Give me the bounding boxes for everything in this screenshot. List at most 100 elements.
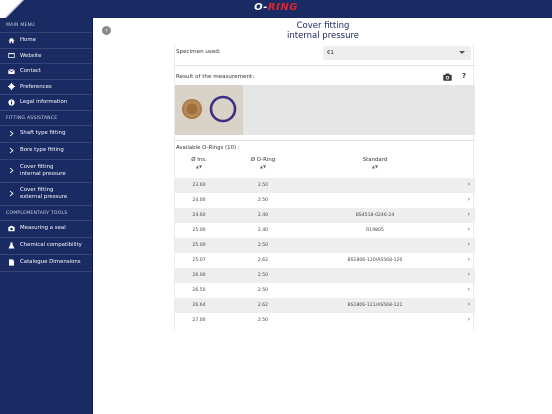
- gear-icon: [6, 82, 16, 92]
- cell-oring: 2.50: [257, 242, 269, 248]
- flask-icon: [6, 241, 16, 251]
- sidebar-item-label: Cover fitting external pressure: [20, 187, 68, 200]
- main-content: ‹ Cover fitting internal pressure Specim…: [94, 18, 552, 414]
- top-bar: O-RING: [0, 0, 552, 18]
- cell-ins: 25.07: [192, 257, 206, 263]
- sidebar-item-label: Website: [20, 52, 42, 59]
- document-icon: [6, 258, 16, 268]
- cell-ins: 23.60: [192, 182, 206, 188]
- chevron-right-icon: ›: [467, 301, 470, 308]
- chevron-right-icon: ›: [467, 316, 470, 323]
- cell-oring: 2.50: [257, 317, 269, 323]
- cell-oring: 2.62: [257, 302, 269, 308]
- sidebar-item-catalogue-dimensions[interactable]: Catalogue Dimensions: [0, 255, 92, 272]
- divider: [175, 140, 475, 141]
- chevron-right-icon: ›: [467, 256, 470, 263]
- sidebar-item-label: Contact: [20, 68, 41, 74]
- cell-ins: 26.50: [192, 287, 206, 293]
- sidebar-item-bore-type-fitting[interactable]: Bore type fitting: [0, 143, 92, 160]
- sidebar-item-measuring-a-seal[interactable]: Measuring a seal: [0, 221, 92, 238]
- cell-ins: 25.00: [192, 227, 206, 233]
- sidebar-item-home[interactable]: Home: [0, 33, 92, 49]
- help-icon[interactable]: ?: [462, 72, 466, 80]
- sidebar-item-website[interactable]: Website: [0, 49, 92, 64]
- globe-icon: [6, 51, 16, 61]
- cell-standard: BS4518-0246-24: [355, 212, 395, 218]
- result-label: Result of the measurement:: [176, 74, 255, 80]
- oring-table: 23.60 2.50 › 24.00 2.50 › 24.60 2.40 BS4…: [175, 178, 475, 328]
- column-header-oring[interactable]: Ø O-Ring ▲▼: [239, 157, 287, 169]
- sidebar-item-shaft-type-fitting[interactable]: Shaft type fitting: [0, 126, 92, 143]
- chevron-right-icon: [6, 189, 16, 199]
- column-header-ins[interactable]: Ø Ins. ▲▼: [175, 157, 223, 169]
- table-row[interactable]: 26.50 2.50 ›: [175, 283, 475, 298]
- measurement-photo: [175, 85, 243, 135]
- cell-ins: 27.00: [192, 317, 206, 323]
- cell-ins: 26.64: [192, 302, 206, 308]
- specimen-select[interactable]: €1: [323, 46, 471, 60]
- specimen-select-value: €1: [327, 50, 334, 56]
- brand-logo: O-RING: [254, 2, 298, 13]
- column-header-label: Ø O-Ring: [250, 157, 276, 163]
- fitting-card: Specimen used: €1 Result of the measurem…: [174, 44, 475, 330]
- cell-standard: R19805: [366, 227, 384, 233]
- camera-icon: [6, 224, 16, 234]
- page-title-line2: internal pressure: [286, 31, 360, 41]
- sidebar-item-label: Legal information: [20, 99, 68, 105]
- cell-standard: BS1806-120/AS568-120: [347, 257, 403, 263]
- sidebar-item-label: Shaft type fitting: [20, 130, 66, 137]
- sidebar-item-label: Bore type fitting: [20, 147, 64, 154]
- sidebar-item-label: Home: [20, 37, 36, 43]
- table-header: Ø Ins. ▲▼ Ø O-Ring ▲▼ Standard ▲▼: [175, 157, 475, 177]
- cell-oring: 2.62: [257, 257, 269, 263]
- chevron-right-icon: [6, 146, 16, 156]
- table-row[interactable]: 24.00 2.50 ›: [175, 193, 475, 208]
- cell-standard: BS1806-121/AS568-121: [347, 302, 403, 308]
- cell-oring: 2.40: [257, 227, 269, 233]
- table-row[interactable]: 25.07 2.62 BS1806-120/AS568-120 ›: [175, 253, 475, 268]
- table-row[interactable]: 27.00 2.50 ›: [175, 313, 475, 328]
- sidebar: MAIN MENU Home Website Contact Preferenc…: [0, 18, 93, 414]
- info-icon: [6, 97, 16, 107]
- home-icon: [6, 35, 16, 45]
- cell-ins: 24.00: [192, 197, 206, 203]
- app-window: O-RING MAIN MENU Home Website Contact Pr…: [0, 0, 552, 414]
- sidebar-item-preferences[interactable]: Preferences: [0, 80, 92, 95]
- cell-ins: 26.00: [192, 272, 206, 278]
- table-row[interactable]: 25.00 2.40 R19805 ›: [175, 223, 475, 238]
- column-header-standard[interactable]: Standard ▲▼: [305, 157, 445, 169]
- sidebar-item-cover-fitting-external[interactable]: Cover fitting external pressure: [0, 183, 92, 206]
- section-title-complementary-tools: COMPLEMENTARY TOOLS: [0, 206, 92, 221]
- chevron-right-icon: ›: [467, 181, 470, 188]
- chevron-right-icon: [6, 129, 16, 139]
- cell-oring: 2.50: [257, 287, 269, 293]
- sidebar-item-chemical-compatibility[interactable]: Chemical compatibility: [0, 238, 92, 255]
- section-title-main-menu: MAIN MENU: [0, 18, 92, 33]
- cell-oring: 2.50: [257, 182, 269, 188]
- sidebar-item-legal-information[interactable]: Legal information: [0, 95, 92, 111]
- column-header-label: Standard: [362, 157, 388, 163]
- chevron-right-icon: ›: [467, 241, 470, 248]
- table-row[interactable]: 23.60 2.50 ›: [175, 178, 475, 193]
- table-row[interactable]: 25.00 2.50 ›: [175, 238, 475, 253]
- sort-icon: ▲▼: [371, 164, 379, 169]
- column-header-label: Ø Ins.: [191, 157, 207, 163]
- table-row[interactable]: 24.60 2.40 BS4518-0246-24 ›: [175, 208, 475, 223]
- page-title-line1: Cover fitting: [296, 21, 350, 31]
- sidebar-item-label: Preferences: [20, 83, 52, 90]
- chevron-right-icon: [6, 166, 16, 176]
- cell-oring: 2.50: [257, 272, 269, 278]
- table-row[interactable]: 26.00 2.50 ›: [175, 268, 475, 283]
- section-title-fitting-assistance: FITTING ASSISTANCE: [0, 111, 92, 126]
- cell-oring: 2.40: [257, 212, 269, 218]
- sidebar-item-label: Catalogue Dimensions: [20, 259, 81, 266]
- sidebar-item-contact[interactable]: Contact: [0, 64, 92, 80]
- sidebar-item-label: Chemical compatibility: [20, 242, 82, 249]
- chevron-right-icon: ›: [467, 196, 470, 203]
- brand-logo-accent: RING: [267, 2, 298, 13]
- sidebar-item-cover-fitting-internal[interactable]: Cover fitting internal pressure: [0, 160, 92, 183]
- camera-icon[interactable]: [443, 73, 452, 81]
- specimen-label: Specimen used:: [176, 49, 221, 55]
- table-row[interactable]: 26.64 2.62 BS1806-121/AS568-121 ›: [175, 298, 475, 313]
- cell-ins: 24.60: [192, 212, 206, 218]
